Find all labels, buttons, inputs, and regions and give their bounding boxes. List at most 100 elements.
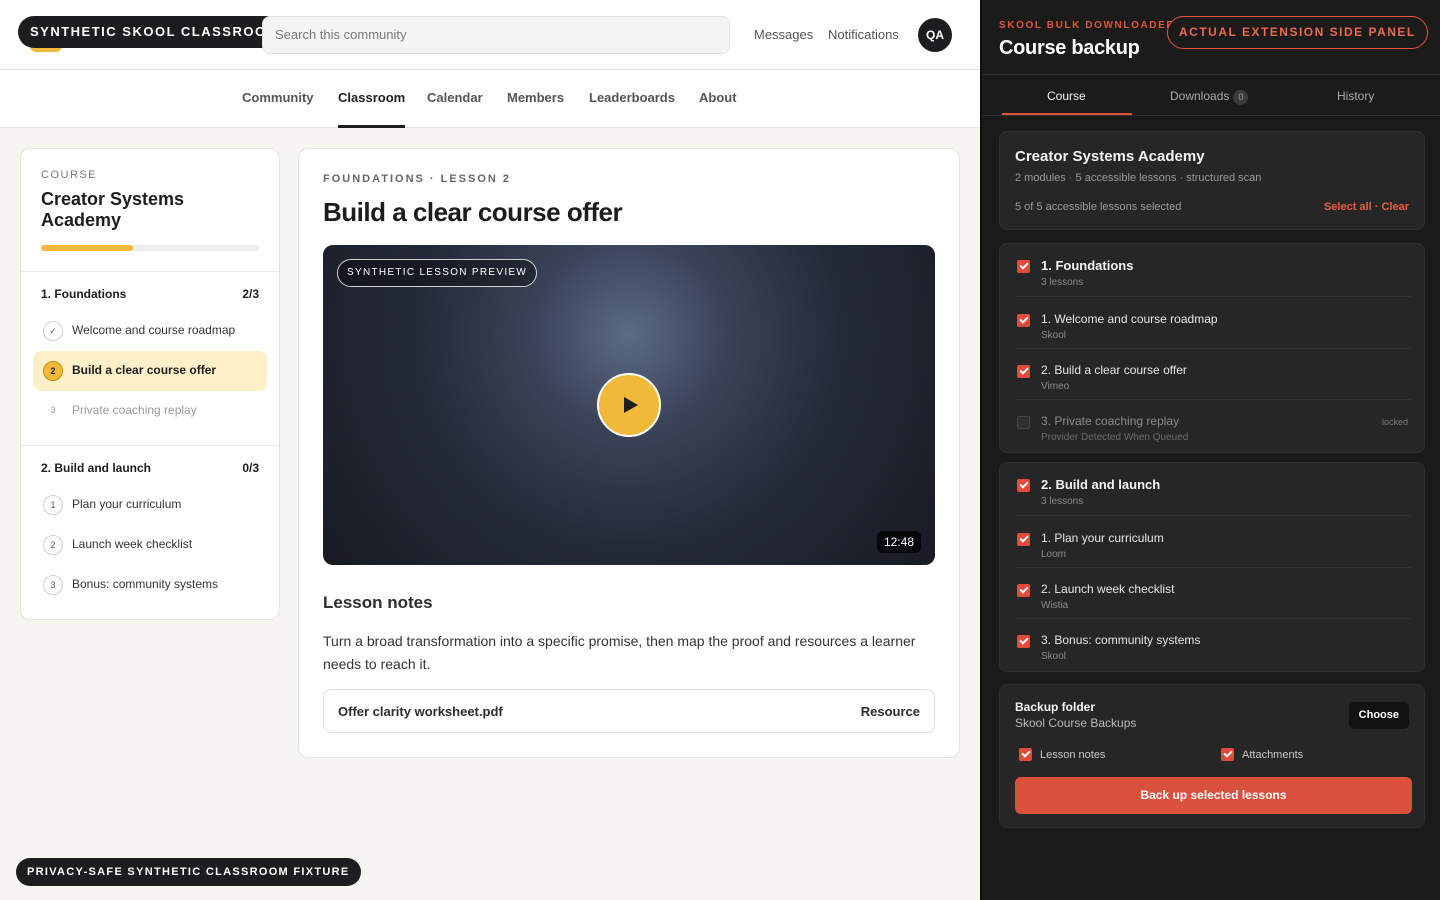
divider — [1015, 348, 1411, 349]
check-icon: ✓ — [43, 321, 63, 341]
tab-about[interactable]: About — [699, 90, 737, 128]
lesson-title: Welcome and course roadmap — [72, 323, 236, 337]
module-group-foundations: 1. Foundations 3 lessons 1. Welcome and … — [999, 243, 1425, 453]
course-progress-fill — [41, 245, 133, 251]
module-lesson-count: 3 lessons — [1041, 496, 1084, 507]
play-icon — [624, 397, 638, 413]
panel-tab-downloads[interactable]: Downloads 0 — [1170, 89, 1249, 105]
divider — [1015, 567, 1411, 568]
module-title: 2. Build and launch — [1041, 477, 1161, 492]
lesson-number-badge: 3 — [50, 405, 56, 415]
community-nav: Community Classroom Calendar Members Lea… — [0, 70, 980, 128]
lesson-checkbox[interactable] — [1017, 635, 1030, 648]
lesson-number-badge: 2 — [43, 361, 63, 381]
video-player[interactable]: SYNTHETIC LESSON PREVIEW 12:48 — [323, 245, 935, 565]
lesson-item-community-systems[interactable]: 3 Bonus: community systems — [33, 565, 267, 605]
tab-label: Downloads — [1170, 89, 1230, 103]
select-all-button[interactable]: Select all — [1324, 201, 1372, 213]
panel-badge: ACTUAL EXTENSION SIDE PANEL — [1167, 16, 1428, 49]
lesson-checkbox-disabled — [1017, 416, 1030, 429]
resource-name: Offer clarity worksheet.pdf — [338, 704, 503, 719]
summary-course-title: Creator Systems Academy — [1015, 148, 1205, 165]
tab-calendar[interactable]: Calendar — [427, 90, 483, 128]
notifications-link[interactable]: Notifications — [828, 27, 899, 42]
backup-settings-card: Backup folder Skool Course Backups Choos… — [999, 684, 1425, 828]
course-outline: COURSE Creator Systems Academy 1. Founda… — [20, 148, 280, 620]
lesson-title: Build a clear course offer — [72, 363, 217, 377]
lesson-notes-heading: Lesson notes — [323, 593, 433, 612]
tab-community[interactable]: Community — [242, 90, 314, 128]
lesson-number-badge: 1 — [43, 495, 63, 515]
lesson-item-welcome[interactable]: ✓ Welcome and course roadmap — [33, 311, 267, 351]
fixture-label: PRIVACY-SAFE SYNTHETIC CLASSROOM FIXTURE — [16, 858, 361, 886]
lesson-checkbox[interactable] — [1017, 533, 1030, 546]
lesson-title: 3. Private coaching replay — [1041, 414, 1180, 428]
avatar[interactable]: QA — [918, 18, 952, 52]
lesson-notes-text: Turn a broad transformation into a speci… — [323, 633, 916, 672]
divider — [21, 445, 279, 446]
lesson-content: FOUNDATIONS · LESSON 2 Build a clear cou… — [298, 148, 960, 758]
course-kicker: COURSE — [41, 169, 98, 181]
classroom-page: SYNTHETIC SKOOL CLASSROOM Search this co… — [0, 0, 980, 900]
messages-link[interactable]: Messages — [754, 27, 813, 42]
module-header-foundations[interactable]: 1. Foundations 2/3 — [41, 287, 259, 301]
divider — [1015, 296, 1411, 297]
lesson-item-build-offer[interactable]: 2 Build a clear course offer — [33, 351, 267, 391]
search-input[interactable]: Search this community — [262, 16, 730, 54]
attachments-label: Attachments — [1242, 749, 1304, 761]
lesson-provider: Loom — [1041, 549, 1067, 560]
lesson-notes-checkbox[interactable] — [1019, 748, 1032, 761]
play-button[interactable] — [597, 373, 661, 437]
tab-leaderboards[interactable]: Leaderboards — [589, 90, 675, 128]
choose-folder-button[interactable]: Choose — [1348, 702, 1409, 729]
lesson-checkbox[interactable] — [1017, 584, 1030, 597]
lesson-kicker: FOUNDATIONS · LESSON 2 — [323, 173, 512, 185]
module-title: 1. Foundations — [1041, 258, 1134, 273]
panel-tab-course[interactable]: Course — [1047, 89, 1086, 103]
course-summary-card: Creator Systems Academy 2 modules · 5 ac… — [999, 131, 1425, 230]
lesson-title: Plan your curriculum — [72, 497, 182, 511]
lesson-item-coaching-replay[interactable]: 3 Private coaching replay — [33, 391, 267, 431]
tab-classroom[interactable]: Classroom — [338, 90, 406, 128]
backup-folder-label: Backup folder — [1015, 700, 1096, 714]
extension-side-panel: SKOOL BULK DOWNLOADER Course backup ACTU… — [980, 0, 1440, 900]
divider — [21, 271, 279, 272]
lesson-item-curriculum[interactable]: 1 Plan your curriculum — [33, 485, 267, 525]
lesson-number-badge: 2 — [43, 535, 63, 555]
module-checkbox[interactable] — [1017, 260, 1030, 273]
lesson-title: 1. Welcome and course roadmap — [1041, 312, 1218, 326]
tab-members[interactable]: Members — [507, 90, 564, 128]
clear-button[interactable]: Clear — [1381, 201, 1409, 213]
module-title: 2. Build and launch — [41, 461, 152, 475]
lesson-provider: Provider Detected When Queued — [1041, 432, 1189, 443]
selection-count: 5 of 5 accessible lessons selected — [1015, 201, 1182, 213]
lesson-provider: Vimeo — [1041, 381, 1070, 392]
module-progress-count: 0/3 — [242, 461, 259, 475]
module-checkbox[interactable] — [1017, 479, 1030, 492]
divider — [982, 74, 1440, 75]
separator-dot: · — [1374, 201, 1379, 213]
lesson-title: 2. Build a clear course offer — [1041, 363, 1187, 377]
lesson-checkbox[interactable] — [1017, 365, 1030, 378]
selection-actions: Select all · Clear — [1324, 201, 1409, 213]
lesson-checkbox[interactable] — [1017, 314, 1030, 327]
backup-selected-button[interactable]: Back up selected lessons — [1015, 777, 1412, 814]
locked-tag: locked — [1381, 417, 1408, 427]
module-title: 1. Foundations — [41, 287, 127, 301]
panel-tab-history[interactable]: History — [1337, 89, 1374, 103]
resource-link[interactable]: Offer clarity worksheet.pdf Resource — [323, 689, 935, 733]
lesson-title-heading: Build a clear course offer — [323, 197, 623, 227]
lesson-title: 2. Launch week checklist — [1041, 582, 1175, 596]
module-header-build-launch[interactable]: 2. Build and launch 0/3 — [41, 461, 259, 475]
lesson-notes-label: Lesson notes — [1040, 749, 1106, 761]
lesson-title: Bonus: community systems — [72, 577, 219, 591]
lesson-number-badge: 3 — [43, 575, 63, 595]
lesson-title: Launch week checklist — [72, 537, 193, 551]
top-bar: SYNTHETIC SKOOL CLASSROOM Search this co… — [0, 0, 980, 70]
course-title: Creator Systems Academy — [41, 189, 185, 230]
lesson-title: 1. Plan your curriculum — [1041, 531, 1164, 545]
video-preview-badge: SYNTHETIC LESSON PREVIEW — [337, 259, 538, 287]
lesson-item-launch-checklist[interactable]: 2 Launch week checklist — [33, 525, 267, 565]
attachments-checkbox[interactable] — [1221, 748, 1234, 761]
summary-meta: 2 modules · 5 accessible lessons · struc… — [1015, 172, 1262, 184]
